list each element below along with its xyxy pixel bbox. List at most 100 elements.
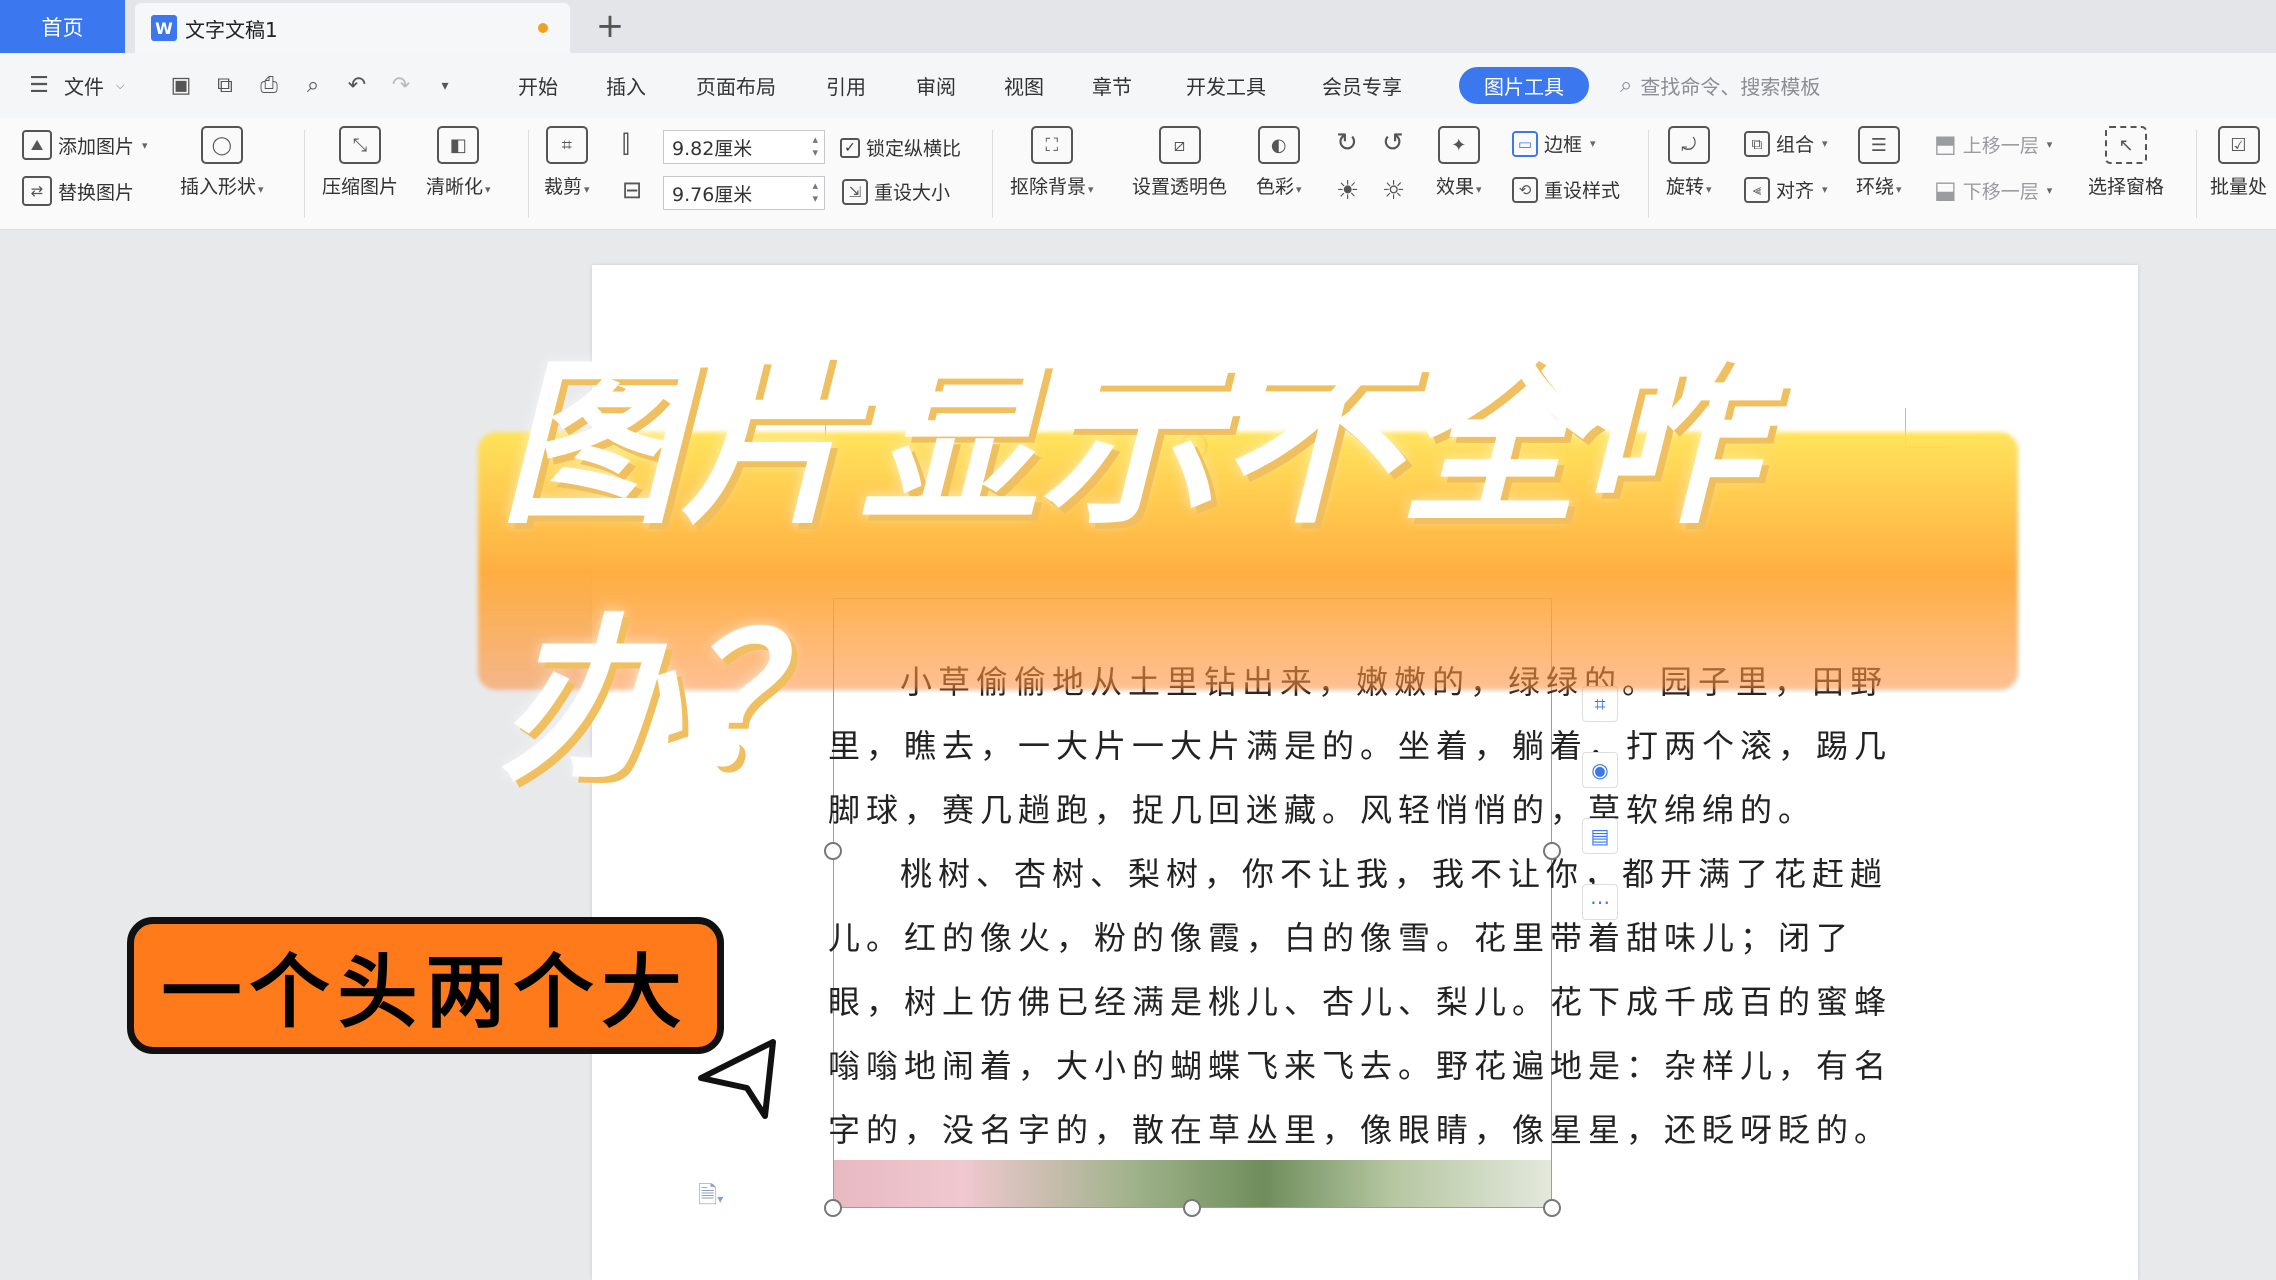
paste-options-icon[interactable]: 🗎▾	[698, 1178, 723, 1219]
sharpen-icon: ◧	[437, 126, 480, 164]
resize-handle-bottom-right[interactable]	[1543, 1199, 1561, 1217]
crop-icon: ⌗	[545, 126, 588, 164]
reset-size-button[interactable]: ⇲ 重设大小	[842, 178, 950, 205]
unsaved-dot-icon	[538, 23, 548, 33]
height-input[interactable]: 9.82厘米	[663, 130, 825, 164]
file-menu[interactable]: ☰ 文件 ⌵	[24, 53, 124, 118]
rotate-button[interactable]: ⤾ 旋转 ▾	[1666, 126, 1712, 199]
more-options-icon[interactable]: ⋯	[1582, 884, 1618, 920]
menu-page-layout[interactable]: 页面布局	[696, 53, 776, 118]
add-picture-icon: ⛰	[22, 130, 52, 160]
menu-chapter[interactable]: 章节	[1092, 53, 1132, 118]
wrap-label: 环绕	[1856, 176, 1895, 198]
chevron-down-icon: ▾	[584, 183, 590, 196]
width-input[interactable]: 9.76厘米	[663, 176, 825, 210]
resize-handle-bottom[interactable]	[1183, 1199, 1201, 1217]
effects-label: 效果	[1436, 176, 1475, 198]
undo-icon[interactable]: ↶	[342, 71, 372, 101]
new-tab-button[interactable]: +	[590, 6, 630, 46]
lock-aspect-ratio-checkbox[interactable]: ✓ 锁定纵横比	[840, 134, 961, 161]
resize-handle-right[interactable]	[1543, 842, 1561, 860]
chevron-down-icon: ▾	[142, 138, 148, 152]
chevron-down-icon: ▾	[2046, 137, 2053, 151]
insert-shape-label: 插入形状	[180, 176, 257, 198]
batch-process-button[interactable]: ☑ 批量处	[2210, 126, 2267, 199]
height-value: 9.82厘米	[672, 137, 753, 160]
menu-picture-tools[interactable]: 图片工具	[1459, 67, 1589, 104]
wrap-text-icon: ☰	[1857, 126, 1900, 164]
decrease-contrast-icon[interactable]: ↺	[1382, 128, 1404, 158]
chevron-down-icon: ▾	[2046, 183, 2053, 197]
send-backward-button[interactable]: ⬓ 下移一层 ▾	[1934, 176, 2052, 204]
bring-forward-label: 上移一层	[1962, 134, 2039, 157]
replace-picture-button[interactable]: ⇄ 替换图片	[22, 176, 134, 206]
set-transparent-color-button[interactable]: ⧄ 设置透明色	[1132, 126, 1227, 199]
tab-document[interactable]: W 文字文稿1	[135, 3, 570, 53]
redo-icon[interactable]: ↷	[386, 71, 416, 101]
reset-size-icon: ⇲	[842, 178, 868, 205]
width-value: 9.76厘米	[672, 183, 753, 206]
chevron-down-icon: ▾	[1088, 183, 1094, 196]
document-tab-label: 文字文稿1	[185, 17, 278, 42]
bring-forward-icon: ⬒	[1934, 130, 1957, 158]
ribbon-divider	[304, 130, 305, 218]
reset-size-label: 重设大小	[874, 182, 951, 204]
resize-handle-bottom-left[interactable]	[824, 1199, 842, 1217]
compress-picture-button[interactable]: ⤡ 压缩图片	[322, 126, 398, 199]
menu-review[interactable]: 审阅	[916, 53, 956, 118]
align-button[interactable]: ⫷ 对齐 ▾	[1744, 176, 1828, 203]
title-bar: 首页 W 文字文稿1 +	[0, 0, 2276, 53]
export-pdf-icon[interactable]: ⧉	[210, 71, 240, 101]
sharpen-label: 清晰化	[426, 176, 484, 198]
decrease-brightness-icon[interactable]: ☼	[1382, 176, 1405, 206]
print-icon[interactable]: ⎙	[254, 71, 284, 101]
add-picture-label: 添加图片	[58, 135, 135, 158]
menu-member[interactable]: 会员专享	[1322, 53, 1402, 118]
resize-handle-left[interactable]	[824, 842, 842, 860]
selection-pane-button[interactable]: ↖ 选择窗格	[2088, 126, 2164, 199]
overlay-title: 图片显示不全咋办？	[500, 341, 2000, 805]
align-label: 对齐	[1776, 180, 1815, 202]
crop-button[interactable]: ⌗ 裁剪 ▾	[544, 126, 590, 199]
menu-insert[interactable]: 插入	[606, 53, 646, 118]
tab-home[interactable]: 首页	[0, 0, 125, 53]
menu-references[interactable]: 引用	[826, 53, 866, 118]
remove-background-label: 抠除背景	[1010, 176, 1087, 198]
add-picture-button[interactable]: ⛰ 添加图片 ▾	[22, 130, 148, 160]
color-button[interactable]: ◐ 色彩 ▾	[1256, 126, 1302, 199]
height-icon: ⫿	[622, 130, 630, 158]
send-backward-label: 下移一层	[1962, 180, 2039, 203]
remove-background-button[interactable]: ⛶ 抠除背景 ▾	[1010, 126, 1094, 199]
menu-view[interactable]: 视图	[1004, 53, 1044, 118]
menu-start[interactable]: 开始	[518, 53, 558, 118]
batch-label: 批量处	[2210, 176, 2268, 198]
print-preview-icon[interactable]: ⌕	[298, 71, 328, 101]
save-icon[interactable]: ▣	[166, 71, 196, 101]
wrap-text-button[interactable]: ☰ 环绕 ▾	[1856, 126, 1902, 199]
cursor-arrow-icon	[698, 1039, 776, 1119]
increase-brightness-icon[interactable]: ☀	[1336, 176, 1359, 206]
remove-background-icon: ⛶	[1030, 126, 1073, 164]
reset-style-button[interactable]: ⟲ 重设样式	[1512, 176, 1620, 203]
compress-picture-label: 压缩图片	[322, 176, 399, 198]
bring-forward-button[interactable]: ⬒ 上移一层 ▾	[1934, 130, 2052, 158]
increase-contrast-icon[interactable]: ↻	[1336, 128, 1358, 158]
menu-bar: ☰ 文件 ⌵ ▣ ⧉ ⎙ ⌕ ↶ ↷ ▾ 开始 插入 页面布局 引用 审阅 视图…	[0, 53, 2276, 118]
menu-developer[interactable]: 开发工具	[1186, 53, 1266, 118]
group-button[interactable]: ⧉ 组合 ▾	[1744, 130, 1828, 157]
chevron-down-icon: ▾	[1896, 183, 1902, 196]
command-search[interactable]: ⌕ 查找命令、搜索模板	[1620, 53, 1820, 118]
effects-button[interactable]: ✦ 效果 ▾	[1436, 126, 1482, 199]
quick-layout-icon[interactable]: ▤	[1582, 818, 1618, 854]
customize-toolbar-icon[interactable]: ▾	[430, 71, 460, 101]
writer-doc-icon: W	[151, 15, 177, 41]
chevron-down-icon: ▾	[485, 183, 491, 196]
selection-pane-icon: ↖	[2105, 126, 2147, 164]
insert-shape-button[interactable]: ◯ 插入形状 ▾	[180, 126, 264, 199]
batch-icon: ☑	[2217, 126, 2260, 164]
replace-picture-icon: ⇄	[22, 176, 52, 206]
transparent-color-icon: ⧄	[1158, 126, 1201, 164]
chevron-down-icon: ▾	[258, 183, 264, 196]
border-button[interactable]: ▭ 边框 ▾	[1512, 130, 1596, 157]
sharpen-button[interactable]: ◧ 清晰化 ▾	[426, 126, 491, 199]
